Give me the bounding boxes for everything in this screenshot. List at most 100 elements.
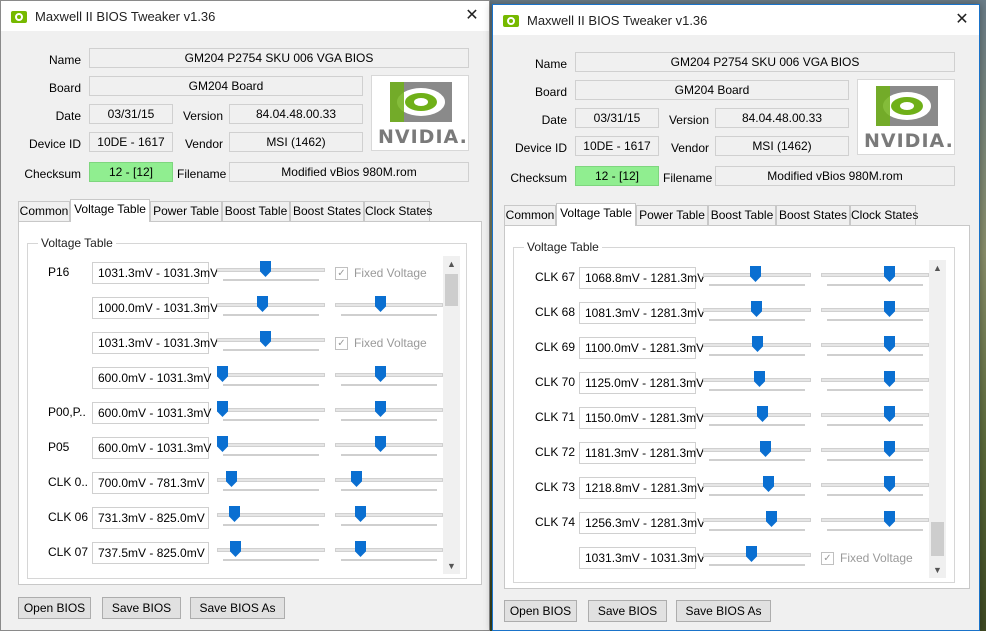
tab-clock-states[interactable]: Clock States — [850, 205, 918, 225]
slider-thumb[interactable] — [226, 471, 237, 487]
filename-field[interactable]: Modified vBios 980M.rom — [229, 162, 469, 182]
scroll-up-icon[interactable]: ▲ — [443, 256, 460, 272]
min-voltage-slider[interactable] — [217, 401, 325, 426]
max-voltage-slider[interactable] — [821, 511, 929, 536]
max-voltage-slider[interactable] — [821, 406, 929, 431]
min-voltage-slider[interactable] — [217, 331, 325, 356]
slider-thumb[interactable] — [757, 406, 768, 422]
voltage-range-field[interactable]: 1256.3mV - 1281.3mV — [579, 512, 705, 534]
voltage-range-field[interactable]: 600.0mV - 1031.3mV — [92, 402, 211, 424]
slider-thumb[interactable] — [750, 266, 761, 282]
min-voltage-slider[interactable] — [703, 406, 811, 431]
voltage-range-field[interactable]: 1218.8mV - 1281.3mV — [579, 477, 705, 499]
slider-thumb[interactable] — [766, 511, 777, 527]
max-voltage-slider[interactable] — [335, 471, 443, 496]
slider-thumb[interactable] — [884, 441, 895, 457]
scroll-up-icon[interactable]: ▲ — [929, 260, 946, 276]
device-id-field[interactable]: 10DE - 1617 — [575, 136, 659, 156]
voltage-range-field[interactable]: 1150.0mV - 1281.3mV — [579, 407, 704, 429]
fixed-voltage-checkbox[interactable]: ✓ — [335, 337, 348, 350]
max-voltage-slider[interactable] — [821, 371, 929, 396]
voltage-range-field[interactable]: 1081.3mV - 1281.3mV — [579, 302, 705, 324]
board-field[interactable]: GM204 Board — [89, 76, 363, 96]
slider-thumb[interactable] — [746, 546, 757, 562]
title-bar[interactable]: Maxwell II BIOS Tweaker v1.36 ✕ — [1, 1, 489, 31]
slider-thumb[interactable] — [754, 371, 765, 387]
tab-boost-states[interactable]: Boost States — [290, 201, 364, 221]
save-bios-as-button[interactable]: Save BIOS As — [190, 597, 285, 619]
min-voltage-slider[interactable] — [217, 261, 325, 286]
tab-boost-table[interactable]: Boost Table — [708, 205, 776, 225]
min-voltage-slider[interactable] — [703, 546, 811, 571]
min-voltage-slider[interactable] — [703, 266, 811, 291]
open-bios-button[interactable]: Open BIOS — [504, 600, 577, 622]
slider-thumb[interactable] — [884, 511, 895, 527]
slider-thumb[interactable] — [763, 476, 774, 492]
slider-thumb[interactable] — [217, 436, 228, 452]
max-voltage-slider[interactable] — [821, 336, 929, 361]
max-voltage-slider[interactable] — [821, 266, 929, 291]
min-voltage-slider[interactable] — [217, 471, 325, 496]
max-voltage-slider[interactable] — [335, 296, 443, 321]
scroll-down-icon[interactable]: ▼ — [443, 558, 460, 574]
version-field[interactable]: 84.04.48.00.33 — [715, 108, 849, 128]
voltage-range-field[interactable]: 1125.0mV - 1281.3mV — [579, 372, 704, 394]
tab-power-table[interactable]: Power Table — [150, 201, 222, 221]
close-button[interactable]: ✕ — [455, 1, 489, 31]
slider-thumb[interactable] — [351, 471, 362, 487]
voltage-range-field[interactable]: 737.5mV - 825.0mV — [92, 542, 209, 564]
vendor-field[interactable]: MSI (1462) — [715, 136, 849, 156]
max-voltage-slider[interactable] — [335, 401, 443, 426]
max-voltage-slider[interactable] — [335, 436, 443, 461]
min-voltage-slider[interactable] — [217, 296, 325, 321]
slider-thumb[interactable] — [884, 336, 895, 352]
max-voltage-slider[interactable] — [821, 441, 929, 466]
min-voltage-slider[interactable] — [703, 441, 811, 466]
voltage-range-field[interactable]: 731.3mV - 825.0mV — [92, 507, 209, 529]
slider-thumb[interactable] — [751, 301, 762, 317]
slider-thumb[interactable] — [230, 541, 241, 557]
slider-thumb[interactable] — [884, 266, 895, 282]
voltage-range-field[interactable]: 600.0mV - 1031.3mV — [92, 367, 211, 389]
version-field[interactable]: 84.04.48.00.33 — [229, 104, 363, 124]
scroll-thumb[interactable] — [445, 274, 458, 306]
checksum-field[interactable]: 12 - [12] — [89, 162, 173, 182]
voltage-range-field[interactable]: 1000.0mV - 1031.3mV — [92, 297, 218, 319]
min-voltage-slider[interactable] — [217, 506, 325, 531]
slider-thumb[interactable] — [752, 336, 763, 352]
save-bios-as-button[interactable]: Save BIOS As — [676, 600, 771, 622]
max-voltage-slider[interactable] — [821, 301, 929, 326]
scroll-thumb[interactable] — [931, 522, 944, 556]
save-bios-button[interactable]: Save BIOS — [102, 597, 181, 619]
tab-common[interactable]: Common — [504, 205, 556, 225]
vertical-scrollbar[interactable]: ▲ ▼ — [443, 256, 460, 574]
min-voltage-slider[interactable] — [703, 371, 811, 396]
min-voltage-slider[interactable] — [703, 336, 811, 361]
board-field[interactable]: GM204 Board — [575, 80, 849, 100]
checksum-field[interactable]: 12 - [12] — [575, 166, 659, 186]
date-field[interactable]: 03/31/15 — [89, 104, 173, 124]
slider-thumb[interactable] — [884, 476, 895, 492]
scroll-down-icon[interactable]: ▼ — [929, 562, 946, 578]
date-field[interactable]: 03/31/15 — [575, 108, 659, 128]
fixed-voltage-checkbox[interactable]: ✓ — [335, 267, 348, 280]
slider-thumb[interactable] — [217, 366, 228, 382]
slider-thumb[interactable] — [884, 371, 895, 387]
voltage-range-field[interactable]: 1031.3mV - 1031.3mV — [92, 262, 218, 284]
tab-clock-states[interactable]: Clock States — [364, 201, 432, 221]
slider-thumb[interactable] — [260, 331, 271, 347]
tab-boost-table[interactable]: Boost Table — [222, 201, 290, 221]
vertical-scrollbar[interactable]: ▲ ▼ — [929, 260, 946, 578]
slider-thumb[interactable] — [355, 541, 366, 557]
min-voltage-slider[interactable] — [217, 366, 325, 391]
slider-thumb[interactable] — [375, 366, 386, 382]
max-voltage-slider[interactable] — [335, 541, 443, 566]
min-voltage-slider[interactable] — [217, 436, 325, 461]
slider-thumb[interactable] — [260, 261, 271, 277]
max-voltage-slider[interactable] — [821, 476, 929, 501]
tab-common[interactable]: Common — [18, 201, 70, 221]
min-voltage-slider[interactable] — [703, 301, 811, 326]
tab-power-table[interactable]: Power Table — [636, 205, 708, 225]
tab-boost-states[interactable]: Boost States — [776, 205, 850, 225]
voltage-range-field[interactable]: 1031.3mV - 1031.3mV — [92, 332, 218, 354]
